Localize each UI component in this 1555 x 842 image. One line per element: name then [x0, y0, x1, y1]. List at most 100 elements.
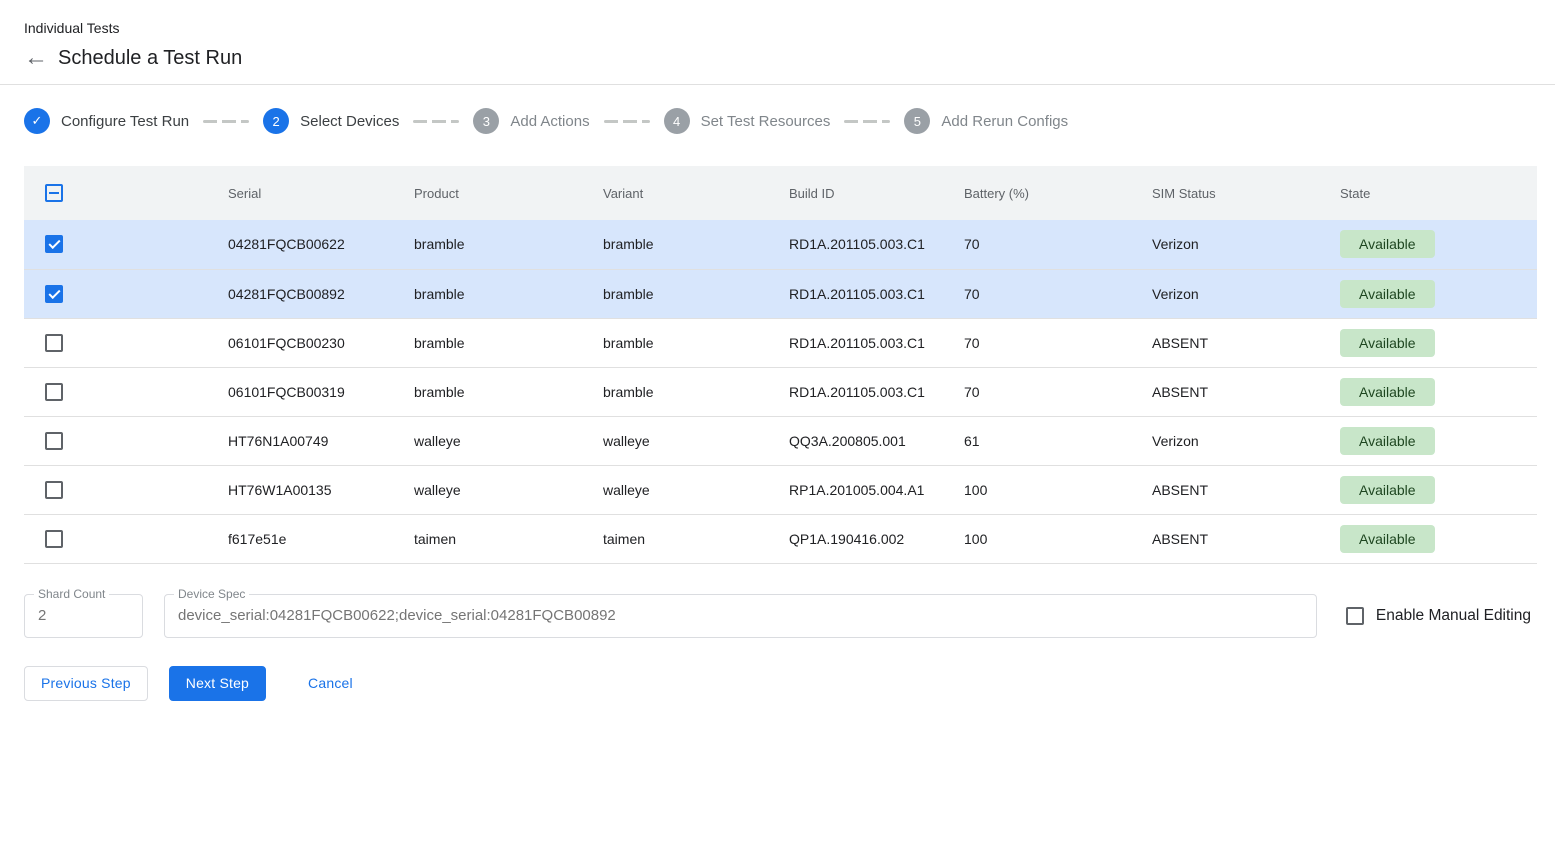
step-label: Set Test Resources — [701, 113, 831, 130]
cell-serial: HT76N1A00749 — [220, 416, 406, 465]
cell-battery: 70 — [956, 367, 1144, 416]
cell-battery: 70 — [956, 269, 1144, 318]
cell-serial: f617e51e — [220, 514, 406, 563]
cell-variant: bramble — [595, 367, 781, 416]
device-spec-value: device_serial:04281FQCB00622;device_seri… — [178, 607, 616, 624]
cell-state: Available — [1332, 514, 1537, 563]
cell-sim-status: ABSENT — [1144, 367, 1332, 416]
row-checkbox-cell — [24, 269, 220, 318]
stepper-step-3[interactable]: 3Add Actions — [473, 108, 589, 134]
step-completed-check-icon: ✓ — [24, 108, 50, 134]
cancel-button[interactable]: Cancel — [300, 666, 361, 701]
cell-battery: 70 — [956, 220, 1144, 269]
row-checkbox-cell — [24, 367, 220, 416]
cell-product: bramble — [406, 318, 595, 367]
cell-product: bramble — [406, 269, 595, 318]
cell-product: bramble — [406, 367, 595, 416]
stepper-step-2[interactable]: 2Select Devices — [263, 108, 399, 134]
column-header-sim-status: SIM Status — [1144, 166, 1332, 220]
cell-state: Available — [1332, 220, 1537, 269]
row-checkbox-cell — [24, 465, 220, 514]
cell-variant: bramble — [595, 269, 781, 318]
stepper-step-1[interactable]: ✓Configure Test Run — [24, 108, 189, 134]
step-label: Add Rerun Configs — [941, 113, 1068, 130]
cell-serial: HT76W1A00135 — [220, 465, 406, 514]
step-label: Add Actions — [510, 113, 589, 130]
step-connector — [844, 120, 890, 123]
row-checkbox-cell — [24, 220, 220, 269]
cell-sim-status: Verizon — [1144, 416, 1332, 465]
cell-variant: taimen — [595, 514, 781, 563]
stepper-step-4[interactable]: 4 Set Test Resources — [664, 108, 831, 134]
action-buttons: Previous Step Next Step Cancel — [24, 666, 1531, 701]
cell-variant: bramble — [595, 220, 781, 269]
cell-serial: 06101FQCB00230 — [220, 318, 406, 367]
table-header-row: SerialProductVariantBuild IDBattery (%)S… — [24, 166, 1537, 220]
cell-state: Available — [1332, 269, 1537, 318]
cell-product: bramble — [406, 220, 595, 269]
column-header-product: Product — [406, 166, 595, 220]
enable-manual-editing-label: Enable Manual Editing — [1376, 607, 1531, 625]
row-checkbox[interactable] — [45, 285, 63, 303]
cell-variant: walleye — [595, 416, 781, 465]
select-all-checkbox[interactable] — [45, 184, 63, 202]
cell-battery: 61 — [956, 416, 1144, 465]
device-spec-form: Shard Count 2 Device Spec device_serial:… — [24, 594, 1531, 638]
enable-manual-editing-checkbox[interactable] — [1346, 607, 1364, 625]
cell-build-id: RP1A.201005.004.A1 — [781, 465, 956, 514]
table-row[interactable]: 04281FQCB00622bramblebrambleRD1A.201105.… — [24, 220, 1537, 269]
cell-state: Available — [1332, 318, 1537, 367]
next-step-button[interactable]: Next Step — [169, 666, 266, 701]
table-row[interactable]: 06101FQCB00230bramblebrambleRD1A.201105.… — [24, 318, 1537, 367]
table-row[interactable]: HT76W1A00135walleyewalleyeRP1A.201005.00… — [24, 465, 1537, 514]
cell-sim-status: ABSENT — [1144, 514, 1332, 563]
table-row[interactable]: 06101FQCB00319bramblebrambleRD1A.201105.… — [24, 367, 1537, 416]
step-connector — [203, 120, 249, 123]
row-checkbox[interactable] — [45, 235, 63, 253]
row-checkbox[interactable] — [45, 530, 63, 548]
cell-state: Available — [1332, 465, 1537, 514]
device-table-body: 04281FQCB00622bramblebrambleRD1A.201105.… — [24, 220, 1537, 563]
cell-battery: 100 — [956, 465, 1144, 514]
cell-product: taimen — [406, 514, 595, 563]
shard-count-value: 2 — [38, 607, 46, 624]
step-number: 4 — [664, 108, 690, 134]
cell-battery: 100 — [956, 514, 1144, 563]
select-all-cell — [24, 166, 220, 220]
cell-serial: 06101FQCB00319 — [220, 367, 406, 416]
previous-step-button[interactable]: Previous Step — [24, 666, 148, 701]
row-checkbox[interactable] — [45, 383, 63, 401]
table-row[interactable]: f617e51etaimentaimenQP1A.190416.002100AB… — [24, 514, 1537, 563]
device-table: SerialProductVariantBuild IDBattery (%)S… — [24, 166, 1537, 564]
row-checkbox[interactable] — [45, 334, 63, 352]
stepper: ✓Configure Test Run 2Select Devices 3Add A… — [0, 85, 1555, 150]
device-spec-field[interactable]: Device Spec device_serial:04281FQCB00622… — [164, 594, 1317, 638]
cell-sim-status: ABSENT — [1144, 465, 1332, 514]
step-number: 5 — [904, 108, 930, 134]
stepper-step-5[interactable]: 5 Add Rerun Configs — [904, 108, 1068, 134]
cell-product: walleye — [406, 465, 595, 514]
row-checkbox-cell — [24, 318, 220, 367]
shard-count-field[interactable]: Shard Count 2 — [24, 594, 143, 638]
device-spec-label: Device Spec — [174, 587, 249, 601]
table-row[interactable]: 04281FQCB00892bramblebrambleRD1A.201105.… — [24, 269, 1537, 318]
enable-manual-editing[interactable]: Enable Manual Editing — [1346, 607, 1531, 625]
cell-build-id: RD1A.201105.003.C1 — [781, 318, 956, 367]
column-header-build-id: Build ID — [781, 166, 956, 220]
step-connector — [413, 120, 459, 123]
state-badge: Available — [1340, 476, 1435, 504]
state-badge: Available — [1340, 280, 1435, 308]
row-checkbox[interactable] — [45, 481, 63, 499]
back-arrow-icon[interactable]: ← — [24, 46, 58, 70]
cell-variant: walleye — [595, 465, 781, 514]
state-badge: Available — [1340, 329, 1435, 357]
table-row[interactable]: HT76N1A00749walleyewalleyeQQ3A.200805.00… — [24, 416, 1537, 465]
column-header-variant: Variant — [595, 166, 781, 220]
step-number: 2 — [263, 108, 289, 134]
state-badge: Available — [1340, 378, 1435, 406]
row-checkbox-cell — [24, 514, 220, 563]
breadcrumb: Individual Tests — [24, 20, 1531, 36]
state-badge: Available — [1340, 230, 1435, 258]
row-checkbox[interactable] — [45, 432, 63, 450]
cell-build-id: QP1A.190416.002 — [781, 514, 956, 563]
